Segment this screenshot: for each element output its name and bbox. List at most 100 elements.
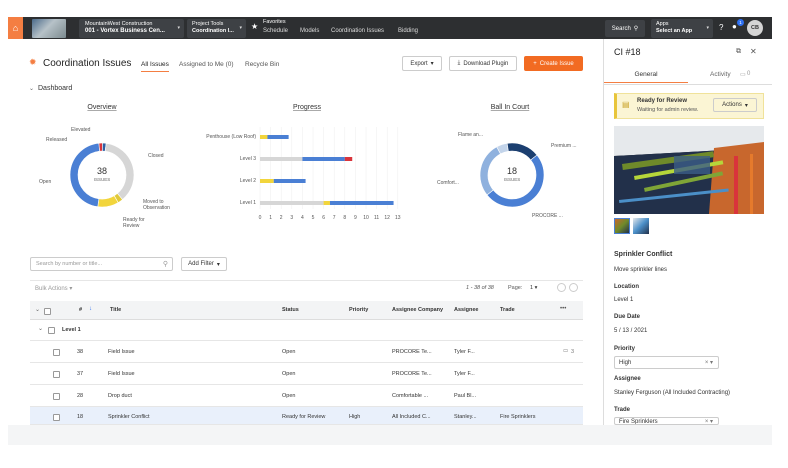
tab-all-issues[interactable]: All Issues	[141, 61, 169, 72]
nav-schedule[interactable]: Schedule	[263, 28, 288, 34]
column-assignee-company[interactable]: Assignee Company	[392, 307, 443, 313]
chevron-down-icon: ▾	[69, 286, 73, 292]
select-all-checkbox[interactable]	[44, 308, 51, 315]
download-plugin-button[interactable]: ⤓ Download Plugin	[449, 56, 517, 71]
progress-bar-segment[interactable]	[260, 201, 324, 205]
column-number[interactable]: #	[79, 307, 82, 313]
overview-label-elevated: Elevated	[71, 127, 91, 133]
x-tick-label: 0	[259, 215, 262, 221]
chevron-down-icon: ▾	[706, 25, 709, 31]
project-selector[interactable]: MountainWest Construction 001 - Vortex B…	[79, 19, 184, 38]
donut-slice-ready-for-review[interactable]	[97, 195, 119, 208]
chevron-down-icon: ▾	[216, 261, 220, 268]
x-tick-label: 8	[343, 215, 346, 221]
apps-selector[interactable]: Apps Select an App ▾	[651, 19, 713, 38]
dashboard-toggle[interactable]: Dashboard	[38, 85, 72, 92]
notification-badge: 1	[737, 19, 744, 26]
overview-total: 38	[96, 166, 107, 176]
due-date-input[interactable]: 5 / 13 / 2021	[614, 328, 647, 334]
comment-icon[interactable]: ▭	[563, 348, 568, 354]
group-checkbox[interactable]	[48, 327, 55, 334]
progress-bar-segment[interactable]	[329, 201, 394, 205]
overview-label-open: Open	[39, 179, 52, 185]
issue-model-image[interactable]	[614, 126, 764, 214]
x-tick-label: 2	[280, 215, 283, 221]
table-row[interactable]: 28 Drop duct Open Comfortable ... Paul B…	[30, 385, 583, 407]
previous-page-button[interactable]	[557, 283, 566, 292]
progress-bar-segment[interactable]	[260, 135, 268, 139]
column-trade[interactable]: Trade	[500, 307, 515, 313]
tool-selector[interactable]: Project Tools Coordination I... ▾	[187, 19, 246, 38]
row-title: Field Issue	[108, 371, 135, 377]
column-assignee[interactable]: Assignee	[454, 307, 478, 313]
create-issue-button[interactable]: + Create Issue	[524, 56, 583, 71]
review-icon: ▤	[622, 100, 630, 109]
tab-assigned-to-me[interactable]: Assigned to Me (0)	[179, 61, 234, 68]
more-options-icon[interactable]: •••	[560, 306, 566, 312]
row-number: 37	[77, 371, 84, 377]
add-filter-button[interactable]: Add Filter ▾	[181, 257, 227, 271]
priority-select[interactable]: High × ▾	[614, 356, 719, 369]
sort-icon[interactable]: ↓	[89, 306, 92, 312]
table-row[interactable]: 37 Field Issue Open PROCORE Te... Tyler …	[30, 363, 583, 385]
row-number: 28	[77, 393, 84, 399]
avatar[interactable]: CB	[747, 20, 763, 36]
next-page-button[interactable]	[569, 283, 578, 292]
search-button[interactable]: Search ⚲	[605, 20, 645, 37]
progress-bar-chart[interactable]: Penthouse (Low Roof) Level 3 Level 2 Level …	[200, 125, 415, 225]
search-input[interactable]: Search by number or title... ⚲	[30, 257, 173, 271]
row-checkbox[interactable]	[53, 349, 60, 356]
row-company: PROCORE Te...	[392, 349, 432, 355]
tab-recycle-bin[interactable]: Recycle Bin	[245, 61, 279, 68]
clear-chevron-icon[interactable]: × ▾	[705, 359, 713, 366]
tab-general[interactable]: General	[604, 68, 688, 83]
open-external-icon[interactable]: ⧉	[736, 48, 741, 56]
progress-bar-segment[interactable]	[260, 179, 274, 183]
export-label: Export	[410, 60, 428, 67]
nav-bidding[interactable]: Bidding	[398, 28, 418, 34]
x-tick-label: 11	[374, 215, 379, 221]
ball-in-court-total: 18	[506, 166, 517, 176]
progress-bar-segment[interactable]	[267, 135, 289, 139]
priority-label: Priority	[614, 346, 636, 352]
help-icon[interactable]: ?	[719, 23, 723, 32]
nav-models[interactable]: Models	[300, 28, 319, 34]
home-icon: ⌂	[12, 23, 19, 33]
donut-slice-premium[interactable]	[506, 142, 538, 161]
ball-label-premium: Premium ...	[551, 143, 577, 149]
column-priority[interactable]: Priority	[349, 307, 368, 313]
clear-chevron-icon[interactable]: × ▾	[705, 418, 713, 424]
nav-coordination-issues[interactable]: Coordination Issues	[331, 28, 384, 34]
row-checkbox[interactable]	[53, 414, 60, 421]
assignee-value[interactable]: Stanley Ferguson (All Included Contracti…	[614, 390, 730, 396]
bulk-actions-menu[interactable]: Bulk Actions ▾	[35, 285, 72, 292]
column-title[interactable]: Title	[110, 307, 121, 313]
ball-label-procore: PROCORE ...	[532, 213, 563, 219]
close-icon[interactable]: ✕	[750, 47, 757, 56]
progress-bar-segment[interactable]	[323, 201, 330, 205]
actions-button[interactable]: Actions ▾	[713, 98, 757, 112]
star-icon[interactable]: ★	[251, 22, 258, 31]
image-thumbnail-2[interactable]	[633, 218, 649, 234]
export-button[interactable]: Export ▾	[402, 56, 442, 71]
progress-bar-segment[interactable]	[302, 157, 345, 161]
progress-bar-segment[interactable]	[260, 157, 303, 161]
progress-bar-segment[interactable]	[344, 157, 353, 161]
table-row[interactable]: 38 Field Issue Open PROCORE Te... Tyler …	[30, 341, 583, 363]
trade-select[interactable]: Fire Sprinklers × ▾	[614, 417, 719, 425]
progress-bar-segment[interactable]	[273, 179, 306, 183]
tab-activity[interactable]: Activity	[710, 71, 731, 78]
chevron-down-icon[interactable]: ⌄	[35, 306, 40, 313]
home-button[interactable]: ⌂	[8, 17, 23, 39]
group-row[interactable]: ⌄ Level 1	[30, 320, 583, 341]
row-status: Open	[282, 371, 296, 377]
table-row-selected[interactable]: 18 Sprinkler Conflict Ready for Review H…	[30, 407, 583, 425]
chevron-down-icon[interactable]: ⌄	[38, 325, 43, 332]
download-icon: ⤓	[457, 60, 461, 66]
column-status[interactable]: Status	[282, 307, 299, 313]
image-thumbnail-1[interactable]	[614, 218, 630, 234]
page-selector[interactable]: 1 ▾	[530, 285, 537, 291]
row-checkbox[interactable]	[53, 393, 60, 400]
row-checkbox[interactable]	[53, 371, 60, 378]
chevron-down-icon[interactable]: ⌄	[29, 85, 34, 92]
